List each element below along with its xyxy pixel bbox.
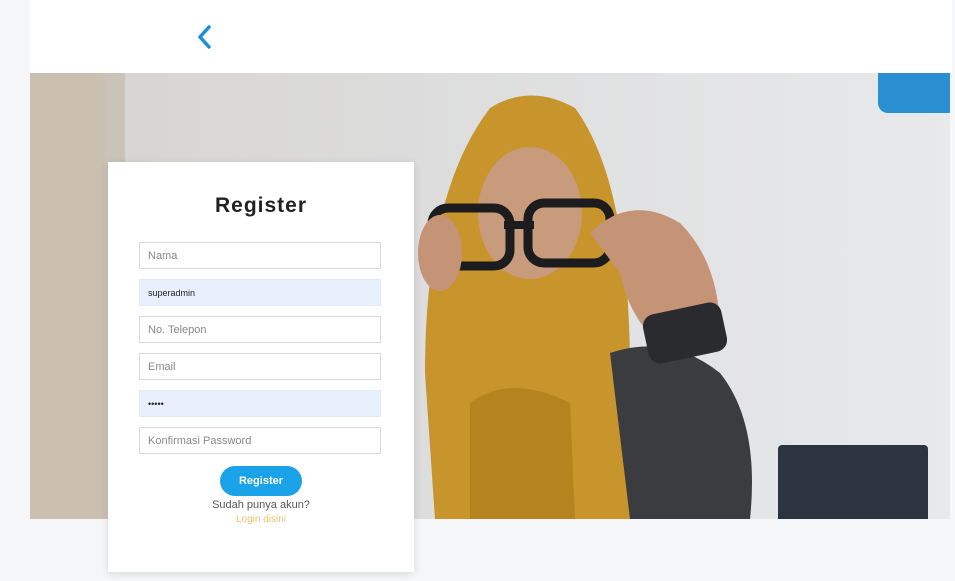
top-bar [30,0,952,73]
confirm-password-input[interactable] [139,427,381,454]
chevron-left-icon [198,25,211,49]
back-button[interactable] [190,22,220,52]
register-title: Register [214,194,308,217]
register-button[interactable]: Register [220,466,302,496]
username-input[interactable] [139,279,381,306]
email-input[interactable] [139,353,381,380]
login-link[interactable]: Login disini [108,514,414,525]
register-card: Register Register Sudah punya akun? Logi… [108,162,414,572]
have-account-text: Sudah punya akun? [212,499,310,511]
password-input[interactable] [139,390,381,417]
name-input[interactable] [139,242,381,269]
phone-input[interactable] [139,316,381,343]
